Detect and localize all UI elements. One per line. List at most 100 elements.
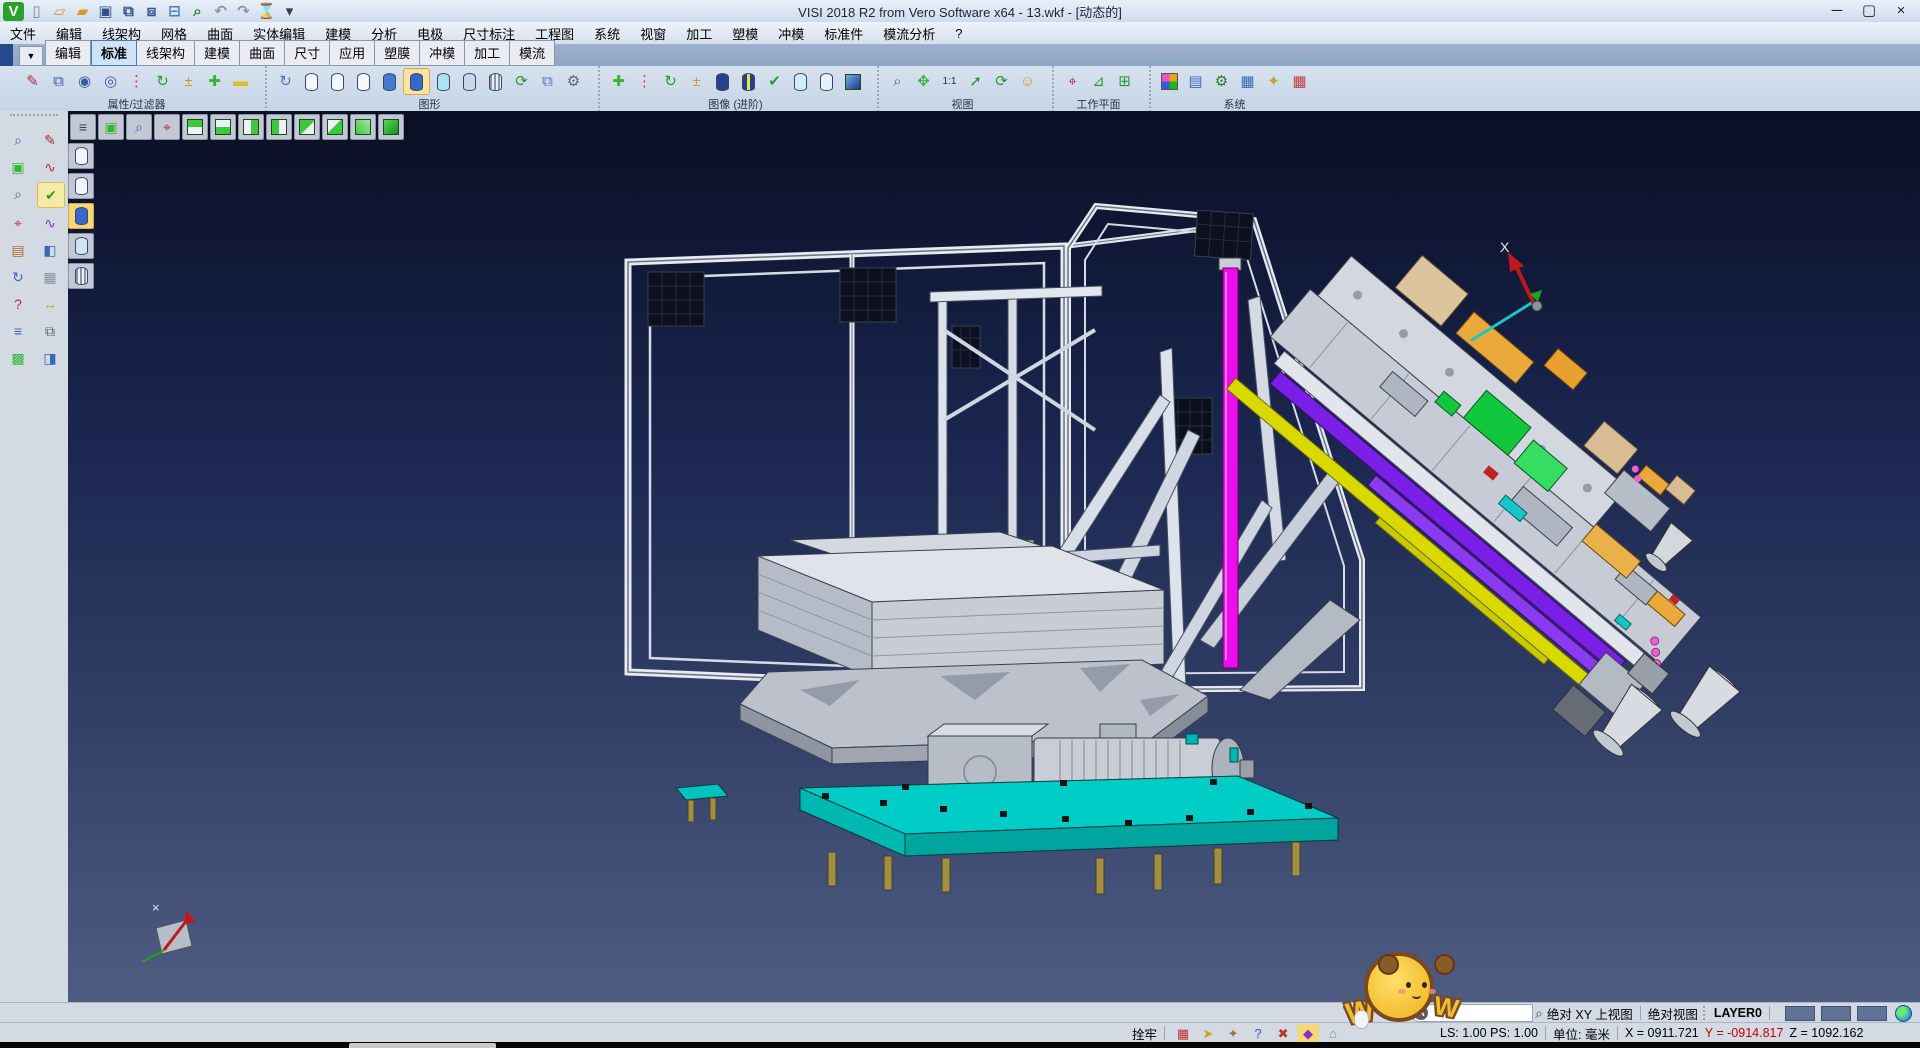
ucs-move-icon[interactable]: ⌖ [5,211,31,235]
wireframe-mode-icon[interactable] [299,69,324,94]
refresh-visibility-icon[interactable]: ↻ [150,69,175,94]
solid-snap-icon[interactable]: ◆ [1297,1024,1319,1042]
tab-overflow-button[interactable]: ▼ [19,46,43,66]
filter-shaded-icon[interactable] [68,203,94,229]
fit-view-icon[interactable]: ▣ [98,114,124,140]
globe-icon[interactable] [1895,1005,1912,1022]
notes-icon[interactable]: ≡ [5,319,31,343]
viewport[interactable]: X × ≡▣⌕⌖ [68,111,1920,1002]
status-search[interactable]: A [1411,1004,1533,1022]
tab-dimension[interactable]: 尺寸 [285,40,330,66]
sketch-icon[interactable]: ∿ [37,155,63,179]
solids-show-icon[interactable]: ✚ [606,69,631,94]
zoom-extents-icon[interactable]: ✥ [911,69,936,94]
snap-help-icon[interactable]: ? [1247,1024,1269,1042]
solid-wire-icon[interactable] [814,69,839,94]
solid-validate-icon[interactable]: ✔ [762,69,787,94]
curve-edit-icon[interactable]: ∿ [37,211,63,235]
filter-transparent-icon[interactable] [68,233,94,259]
open-file-icon[interactable]: ▱ [49,2,70,21]
zoom-window-icon[interactable]: ⌕ [885,69,910,94]
layer-indicator[interactable]: LAYER0 [1714,1006,1762,1020]
tab-machining[interactable]: 加工 [465,40,510,66]
solid-tag-icon[interactable] [788,69,813,94]
plane-view-icon[interactable]: ◨ [37,346,63,370]
help-icon[interactable]: ? [5,292,31,316]
system-settings-icon[interactable]: ▤ [1183,69,1208,94]
tab-moldflow[interactable]: 模流 [510,40,555,66]
maximize-button[interactable]: ▢ [1854,1,1884,19]
selection-settings-icon[interactable]: ✦ [1261,69,1286,94]
toggle-visibility-icon[interactable]: ± [176,69,201,94]
erase-icon[interactable]: ✎ [37,128,63,152]
solids-refresh-icon[interactable]: ↻ [658,69,683,94]
visibility-manager-icon[interactable]: ⋮ [124,69,149,94]
undo-icon[interactable]: ↶ [210,2,231,21]
save-icon[interactable]: ▣ [95,2,116,21]
view-iso-icon[interactable] [350,114,376,140]
new-file-icon[interactable]: ▯ [26,2,47,21]
copy-shading-icon[interactable]: ⧉ [535,69,560,94]
hide-all-icon[interactable]: ▬ [228,69,253,94]
menu-item-13[interactable]: 加工 [676,22,722,45]
tab-stamping[interactable]: 冲模 [420,40,465,66]
refresh-graphics-icon[interactable]: ↻ [273,69,298,94]
toolbar-config-icon[interactable]: ▦ [1235,69,1260,94]
tab-wireframe[interactable]: 线架构 [137,40,195,66]
grid-snap-icon[interactable]: ▦ [1172,1024,1194,1042]
filter-wireframe-icon[interactable] [68,143,94,169]
options-icon[interactable]: ⚙ [1209,69,1234,94]
solids-manager-icon[interactable]: ⋮ [632,69,657,94]
mesh-mode-icon[interactable] [483,69,508,94]
viewport-menu-icon[interactable]: ≡ [70,114,96,140]
view-back-icon[interactable] [322,114,348,140]
axis-origin-icon[interactable]: ⌖ [154,114,180,140]
minimize-button[interactable]: ─ [1822,1,1852,19]
update-shading-icon[interactable]: ⟳ [509,69,534,94]
show-all-icon[interactable]: ✚ [202,69,227,94]
workplane-view-icon[interactable]: ⊞ [1112,69,1137,94]
status-swatch-2[interactable] [1821,1006,1851,1021]
filter-hidden-icon[interactable] [68,173,94,199]
confirm-icon[interactable]: ✔ [37,182,65,208]
layer-paint-icon[interactable]: ▤ [5,238,31,262]
palette-icon[interactable]: ▩ [5,346,31,370]
regen-icon[interactable]: ↻ [5,265,31,289]
zoom-fly-icon[interactable]: ⌕ [126,114,152,140]
copy-attributes-icon[interactable]: ⧉ [46,69,71,94]
tab-standard[interactable]: 标准 [91,40,137,66]
entity-snap-icon[interactable]: ✦ [1222,1024,1244,1042]
tab-surface[interactable]: 曲面 [240,40,285,66]
menu-item-14[interactable]: 塑模 [722,22,768,45]
tab-application[interactable]: 应用 [330,40,375,66]
measure-icon[interactable]: ↔ [37,292,63,316]
tab-modeling[interactable]: 建模 [195,40,240,66]
tab-molding[interactable]: 塑膜 [375,40,420,66]
view-shaded-icon[interactable] [378,114,404,140]
solid-display-icon[interactable]: ▦ [37,265,63,289]
open-project-icon[interactable]: ▰ [72,2,93,21]
absolute-view-label[interactable]: 绝对视图 [1648,1004,1698,1023]
view-top-icon[interactable] [182,114,208,140]
preview-icon[interactable]: ⌕ [187,2,208,21]
shaded-edges-mode-icon[interactable] [403,68,430,95]
tab-edit[interactable]: 编辑 [45,40,91,66]
view-left-icon[interactable] [266,114,292,140]
toolbar-options-arrow[interactable]: ▾ [279,2,300,21]
print-icon[interactable]: ⊟ [164,2,185,21]
perspective-icon[interactable]: ☺ [1015,69,1040,94]
workplane-world-icon[interactable]: ⌖ [1060,69,1085,94]
sidebar-grip[interactable] [10,114,58,124]
copy-entity-icon[interactable]: ⧉ [37,319,63,343]
ghost-mode-icon[interactable] [457,69,482,94]
menu-item-0[interactable]: 文件 [0,22,46,45]
status-search-input[interactable] [1428,1006,1524,1021]
redo-icon[interactable]: ↷ [233,2,254,21]
viewport-layout-icon[interactable]: ◧ [37,238,63,262]
solid-cube-icon[interactable] [840,69,865,94]
solid-striped-icon[interactable] [736,69,761,94]
hidden-line-mode-icon[interactable] [325,69,350,94]
zoom-dynamic-icon[interactable]: ⌕ [5,182,31,206]
hide-entities-icon[interactable]: ◎ [98,69,123,94]
workplane-entity-icon[interactable]: ⊿ [1086,69,1111,94]
